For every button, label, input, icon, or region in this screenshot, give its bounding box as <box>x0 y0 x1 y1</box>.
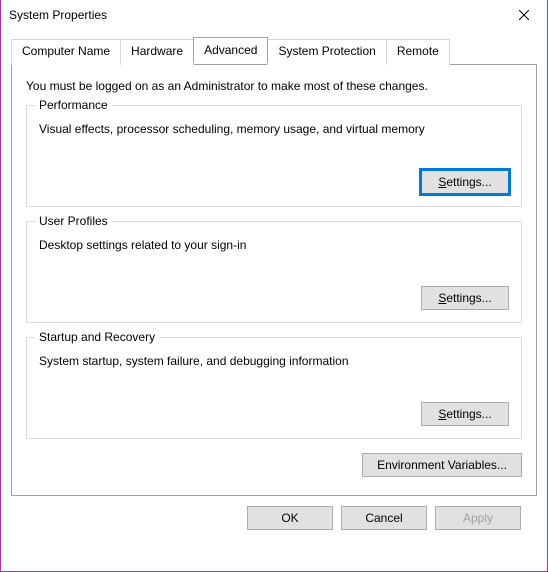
tab-hardware[interactable]: Hardware <box>120 39 194 65</box>
performance-settings-button[interactable]: Settings... <box>421 170 509 194</box>
group-performance: Performance Visual effects, processor sc… <box>26 105 522 207</box>
environment-variables-button[interactable]: Environment Variables... <box>362 453 522 477</box>
user-profiles-settings-button[interactable]: Settings... <box>421 286 509 310</box>
dialog-footer: OK Cancel Apply <box>11 496 537 530</box>
close-button[interactable] <box>501 0 547 30</box>
dialog-content: Computer Name Hardware Advanced System P… <box>1 30 547 540</box>
admin-instruction: You must be logged on as an Administrato… <box>26 79 522 93</box>
group-startup-recovery: Startup and Recovery System startup, sys… <box>26 337 522 439</box>
tab-advanced[interactable]: Advanced <box>193 37 268 63</box>
group-user-profiles-desc: Desktop settings related to your sign-in <box>39 238 509 252</box>
group-user-profiles-title: User Profiles <box>35 214 112 228</box>
close-icon <box>519 10 529 20</box>
tab-panel-advanced: You must be logged on as an Administrato… <box>11 64 537 496</box>
apply-button[interactable]: Apply <box>435 506 521 530</box>
ok-button[interactable]: OK <box>247 506 333 530</box>
cancel-button[interactable]: Cancel <box>341 506 427 530</box>
group-startup-title: Startup and Recovery <box>35 330 159 344</box>
window-title: System Properties <box>9 8 107 22</box>
group-startup-desc: System startup, system failure, and debu… <box>39 354 509 368</box>
tab-computer-name[interactable]: Computer Name <box>11 39 121 65</box>
group-performance-title: Performance <box>35 98 112 112</box>
group-performance-desc: Visual effects, processor scheduling, me… <box>39 122 509 136</box>
group-user-profiles: User Profiles Desktop settings related t… <box>26 221 522 323</box>
tab-remote[interactable]: Remote <box>386 39 450 65</box>
titlebar: System Properties <box>1 0 547 30</box>
startup-settings-button[interactable]: Settings... <box>421 402 509 426</box>
tabstrip: Computer Name Hardware Advanced System P… <box>11 39 537 65</box>
tab-system-protection[interactable]: System Protection <box>267 39 386 65</box>
